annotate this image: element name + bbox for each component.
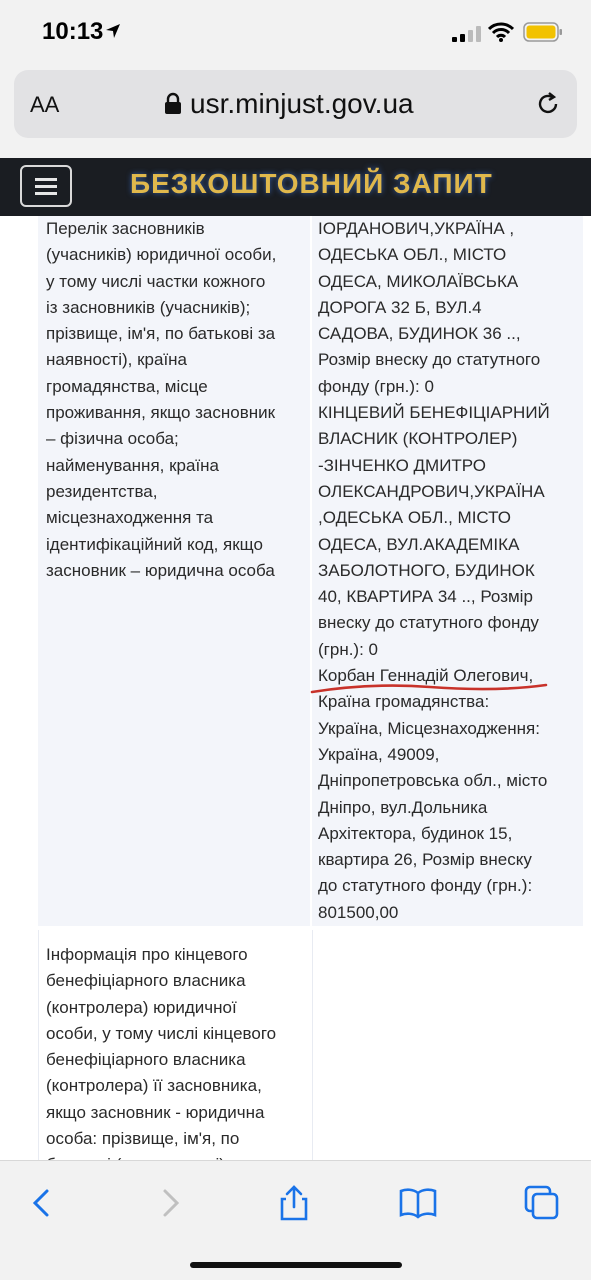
text-line: квартира 26, Розмір внеску — [318, 850, 532, 870]
text-size-button[interactable]: AA — [30, 92, 59, 118]
text-line: ВЛАСНИК (КОНТРОЛЕР) — [318, 429, 518, 449]
text-line: батькові (за наявності), — [46, 1152, 306, 1160]
text-line: Архітектора, будинок 15, — [318, 823, 513, 843]
cellular-signal-icon — [452, 26, 481, 42]
text-line: бенефіціарного власника — [46, 971, 246, 991]
text-line: 40, КВАРТИРА 34 .., Розмір — [318, 587, 533, 607]
url-text[interactable]: usr.minjust.gov.ua — [190, 88, 414, 120]
chevron-right-icon[interactable] — [150, 1183, 190, 1223]
address-bar[interactable]: AA usr.minjust.gov.ua — [14, 70, 577, 138]
book-icon[interactable] — [398, 1183, 438, 1223]
browser-address-area: AA usr.minjust.gov.ua — [0, 62, 591, 158]
table-row: Перелік засновників (учасників) юридичної… — [0, 216, 591, 926]
text-line: громадянства, місце — [46, 376, 208, 396]
text-line: особи, у тому числі кінцевого — [46, 1023, 277, 1043]
battery-icon — [523, 22, 562, 42]
chevron-left-icon[interactable] — [22, 1183, 62, 1223]
hamburger-menu-button[interactable] — [20, 165, 72, 207]
text-line: ,ОДЕСЬКА ОБЛ., МІСТО — [318, 508, 511, 528]
text-line: ОДЕСА, ВУЛ.АКАДЕМІКА — [318, 534, 520, 554]
hand-drawn-underline — [310, 683, 548, 694]
text-line: Україна, 49009, — [318, 744, 440, 764]
status-bar: 10:13 — [0, 0, 591, 62]
text-line: (контролера) її засновника, — [46, 1076, 262, 1096]
text-line: до статутного фонду (грн.): — [318, 876, 533, 896]
tabs-icon[interactable] — [522, 1183, 562, 1223]
text-line: найменування, країна — [46, 455, 220, 475]
text-line: Інформація про кінцевого — [46, 945, 248, 964]
text-line: резидентства, — [46, 481, 158, 501]
home-indicator — [190, 1262, 402, 1268]
text-line: КІНЦЕВИЙ БЕНЕФІЦІАРНИЙ — [318, 403, 550, 423]
field-label-cell: Перелік засновників (учасників) юридичної… — [46, 216, 306, 584]
text-line: Дніпропетровська обл., місто — [318, 771, 548, 791]
text-line: – фізична особа; — [46, 429, 179, 449]
text-line: ІОРДАНОВИЧ,УКРАЇНА , — [318, 219, 515, 238]
text-line: місцезнаходження та — [46, 508, 214, 528]
text-line: САДОВА, БУДИНОК 36 .., — [318, 324, 521, 344]
status-time: 10:13 — [42, 18, 104, 45]
text-line: засновник – юридична особа — [46, 560, 275, 580]
text-line: якщо засновник - юридична — [46, 1102, 265, 1122]
text-line: Україна, Місцезнаходження: — [318, 718, 540, 738]
text-line: внеску до статутного фонду — [318, 613, 539, 633]
field-value-cell: ІОРДАНОВИЧ,УКРАЇНА , ОДЕСЬКА ОБЛ., МІСТО О… — [318, 216, 580, 926]
text-line: (контролера) юридичної — [46, 997, 237, 1017]
text-line: особа: прізвище, ім'я, по — [46, 1129, 240, 1149]
text-line: ОДЕСА, МИКОЛАЇВСЬКА — [318, 271, 519, 291]
text-line: -ЗІНЧЕНКО ДМИТРО — [318, 455, 486, 475]
share-icon[interactable] — [274, 1183, 314, 1223]
text-line: (грн.): 0 — [318, 639, 378, 659]
lock-icon — [165, 92, 181, 114]
text-line: фонду (грн.): 0 — [318, 376, 434, 396]
text-line: ЗАБОЛОТНОГО, БУДИНОК — [318, 560, 535, 580]
text-line: прізвище, ім'я, по батькові за — [46, 324, 276, 344]
text-line: у тому числі частки кожного — [46, 271, 266, 291]
text-line: бенефіціарного власника — [46, 1050, 246, 1070]
registry-table: Перелік засновників (учасників) юридичної… — [0, 216, 591, 1160]
text-line: 801500,00 — [318, 902, 399, 922]
text-line: Дніпро, вул.Дольника — [318, 797, 488, 817]
table-row: Інформація про кінцевого бенефіціарного в… — [0, 926, 591, 1160]
text-line: із засновників (учасників); — [46, 297, 251, 317]
field-label-cell: Інформація про кінцевого бенефіціарного в… — [46, 942, 306, 1160]
location-arrow-icon — [106, 24, 120, 38]
text-line: ідентифікаційний код, якщо — [46, 534, 263, 554]
page-title: БЕЗКОШТОВНИЙ ЗАПИТ — [130, 168, 493, 199]
text-line: ОЛЕКСАНДРОВИЧ,УКРАЇНА — [318, 481, 545, 501]
text-line: Перелік засновників — [46, 219, 205, 238]
text-line: проживання, якщо засновник — [46, 403, 276, 423]
site-header: БЕЗКОШТОВНИЙ ЗАПИТ — [0, 158, 591, 216]
text-line: Розмір внеску до статутного — [318, 350, 541, 370]
reload-icon[interactable] — [534, 90, 562, 118]
text-line: ДОРОГА 32 Б, ВУЛ.4 — [318, 297, 482, 317]
text-line: ОДЕСЬКА ОБЛ., МІСТО — [318, 245, 507, 265]
wifi-icon — [488, 22, 514, 42]
text-line: (учасників) юридичної особи, — [46, 245, 277, 265]
text-line: наявності), країна — [46, 350, 188, 370]
